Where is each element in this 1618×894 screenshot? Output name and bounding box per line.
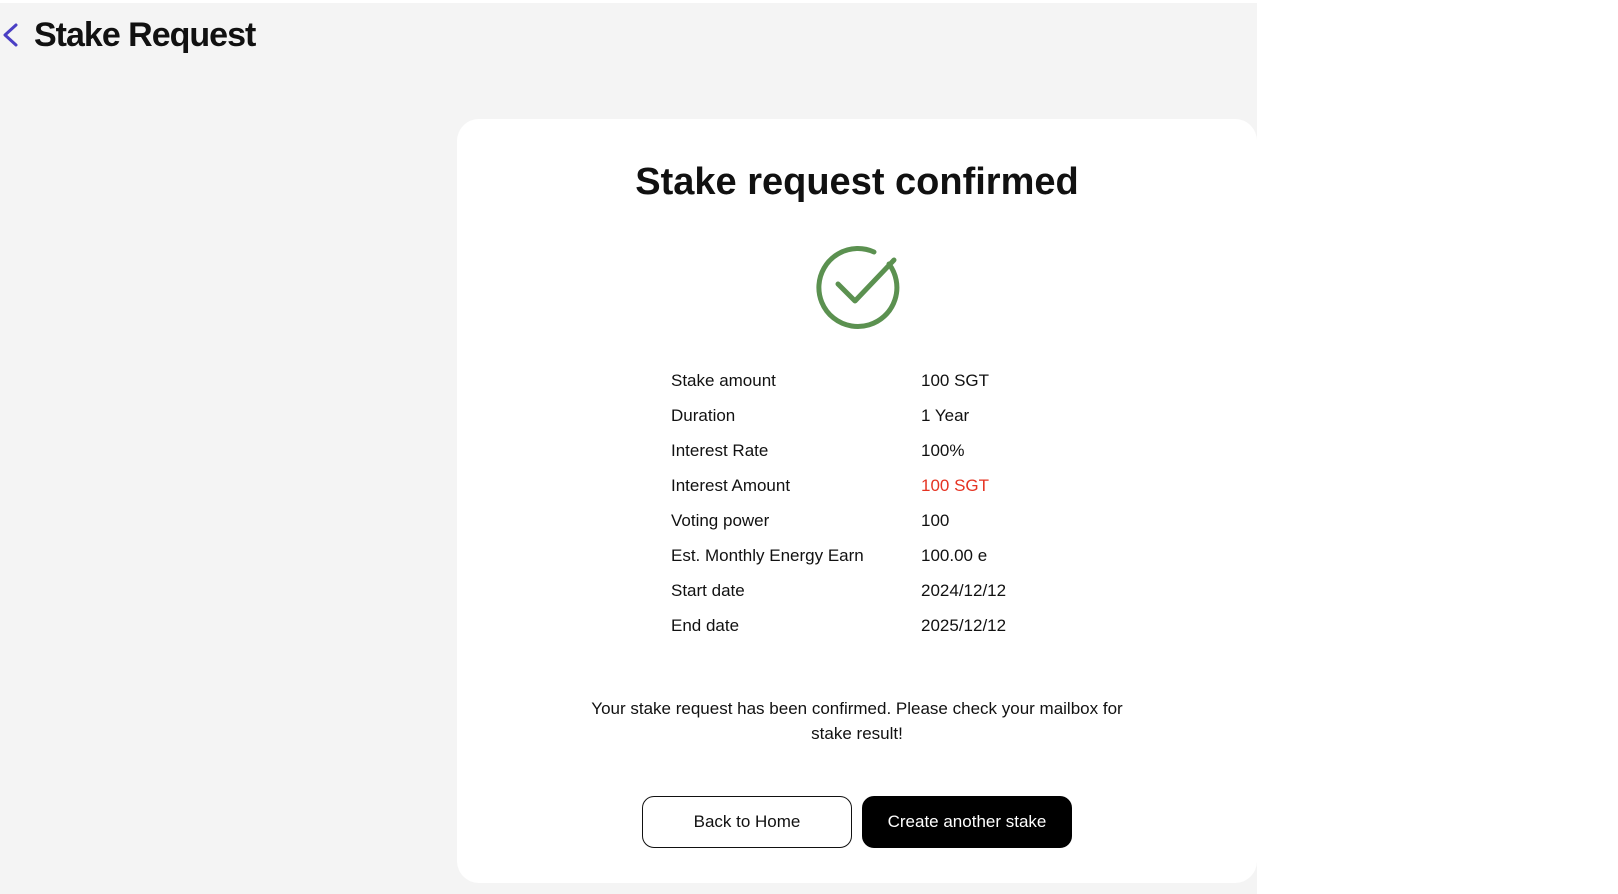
right-gutter bbox=[1257, 3, 1618, 894]
detail-label: Interest Amount bbox=[671, 475, 791, 495]
detail-value: 100% bbox=[921, 440, 965, 460]
page-title: Stake Request bbox=[34, 15, 256, 54]
detail-value: 2024/12/12 bbox=[921, 580, 1007, 600]
detail-label: End date bbox=[671, 615, 740, 635]
detail-label: Est. Monthly Energy Earn bbox=[671, 545, 864, 565]
detail-label: Stake amount bbox=[671, 370, 776, 390]
detail-label: Duration bbox=[671, 405, 736, 425]
detail-row-interest-amount: Interest Amount 100 SGT bbox=[671, 468, 1071, 503]
detail-label: Voting power bbox=[671, 510, 770, 530]
detail-row-interest-rate: Interest Rate 100% bbox=[671, 433, 1071, 468]
back-to-home-button[interactable]: Back to Home bbox=[642, 796, 852, 848]
detail-row-voting-power: Voting power 100 bbox=[671, 503, 1071, 538]
detail-value: 100 SGT bbox=[921, 370, 990, 390]
detail-value: 100.00 e bbox=[921, 545, 988, 565]
check-circle-icon bbox=[814, 244, 900, 330]
stake-details: Stake amount 100 SGT Duration 1 Year Int… bbox=[671, 363, 1071, 643]
create-another-stake-button[interactable]: Create another stake bbox=[862, 796, 1072, 848]
detail-label: Interest Rate bbox=[671, 440, 769, 460]
detail-row-end-date: End date 2025/12/12 bbox=[671, 608, 1071, 643]
page-header: Stake Request bbox=[0, 12, 256, 58]
detail-row-start-date: Start date 2024/12/12 bbox=[671, 573, 1071, 608]
confirmation-message: Your stake request has been confirmed. P… bbox=[591, 699, 1123, 743]
detail-value: 2025/12/12 bbox=[921, 615, 1007, 635]
detail-row-duration: Duration 1 Year bbox=[671, 398, 1071, 433]
detail-label: Start date bbox=[671, 580, 745, 600]
detail-value-highlight: 100 SGT bbox=[921, 475, 990, 495]
detail-value: 1 Year bbox=[921, 405, 970, 425]
detail-value: 100 bbox=[921, 510, 950, 530]
confirmation-card: Stake request confirmed Stake amount 100… bbox=[457, 119, 1257, 883]
detail-row-stake-amount: Stake amount 100 SGT bbox=[671, 363, 1071, 398]
card-title: Stake request confirmed bbox=[635, 161, 1079, 203]
detail-row-monthly-energy: Est. Monthly Energy Earn 100.00 e bbox=[671, 538, 1071, 573]
chevron-left-icon[interactable] bbox=[0, 20, 22, 50]
